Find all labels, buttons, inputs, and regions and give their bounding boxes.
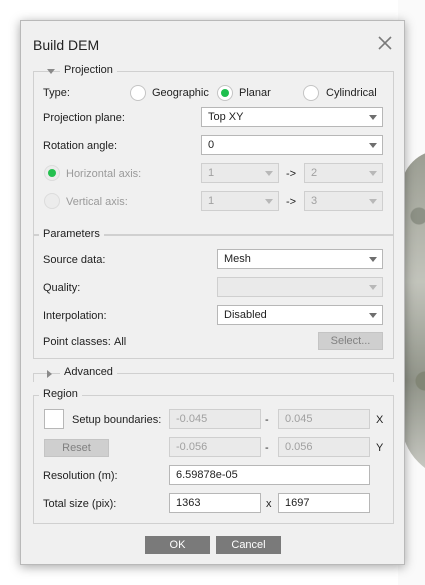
expand-advanced-icon[interactable]	[47, 370, 52, 378]
projection-group: Projection Type: Geographic Planar Cylin…	[33, 64, 394, 235]
radio-cylindrical-label: Cylindrical	[326, 87, 377, 99]
x-min-input[interactable]: -0.045	[169, 409, 261, 429]
chevron-down-icon	[369, 285, 377, 290]
parameters-group: Parameters Source data: Mesh Quality: In…	[33, 228, 394, 359]
horizontal-arrow: ->	[286, 168, 297, 180]
quality-label: Quality:	[43, 282, 81, 294]
chevron-down-icon	[265, 171, 273, 176]
projection-plane-label: Projection plane:	[43, 112, 125, 124]
point-classes-label: Point classes:	[43, 336, 111, 348]
region-legend: Region	[39, 388, 82, 400]
vertical-axis-to-select[interactable]: 3	[304, 191, 383, 211]
rotation-angle-label: Rotation angle:	[43, 140, 117, 152]
x-range-dash: -	[265, 414, 269, 426]
setup-boundaries-checkbox[interactable]	[44, 409, 64, 429]
point-classes-value: All	[114, 336, 127, 348]
y-min-value: -0.056	[176, 441, 208, 453]
radio-cylindrical[interactable]	[303, 85, 319, 101]
x-max-value: 0.045	[285, 413, 313, 425]
cancel-button[interactable]: Cancel	[216, 536, 281, 554]
advanced-legend[interactable]: Advanced	[60, 366, 117, 378]
interpolation-select[interactable]: Disabled	[217, 305, 383, 325]
interpolation-label: Interpolation:	[43, 310, 107, 322]
x-max-input[interactable]: 0.045	[278, 409, 370, 429]
resolution-value: 6.59878e-05	[176, 469, 238, 481]
type-label: Type:	[43, 87, 70, 99]
resolution-input[interactable]: 6.59878e-05	[169, 465, 370, 485]
vertical-arrow: ->	[286, 196, 297, 208]
y-max-value: 0.056	[285, 441, 313, 453]
projection-plane-value: Top XY	[208, 111, 244, 123]
y-range-dash: -	[265, 442, 269, 454]
horizontal-axis-to-select[interactable]: 2	[304, 163, 383, 183]
total-width-value: 1363	[176, 497, 201, 509]
total-width-input[interactable]: 1363	[169, 493, 261, 513]
select-point-classes-button[interactable]: Select...	[318, 332, 383, 350]
radio-planar-label: Planar	[239, 87, 271, 99]
quality-select[interactable]	[217, 277, 383, 297]
dialog-title: Build DEM	[33, 37, 100, 53]
radio-horizontal-axis[interactable]	[44, 165, 60, 181]
horizontal-axis-label: Horizontal axis:	[66, 168, 142, 180]
advanced-group: Advanced	[33, 366, 394, 382]
setup-boundaries-label: Setup boundaries:	[72, 414, 162, 426]
ok-button[interactable]: OK	[145, 536, 210, 554]
vertical-axis-from-select[interactable]: 1	[201, 191, 279, 211]
chevron-down-icon	[265, 199, 273, 204]
collapse-projection-icon[interactable]	[47, 69, 55, 74]
radio-geographic[interactable]	[130, 85, 146, 101]
radio-vertical-axis[interactable]	[44, 193, 60, 209]
chevron-down-icon	[369, 171, 377, 176]
region-group: Region Setup boundaries: -0.045 - 0.045 …	[33, 388, 394, 524]
rotation-angle-select[interactable]: 0	[201, 135, 383, 155]
radio-geographic-label: Geographic	[152, 87, 209, 99]
y-max-input[interactable]: 0.056	[278, 437, 370, 457]
total-height-input[interactable]: 1697	[278, 493, 370, 513]
size-times: x	[266, 498, 272, 510]
projection-legend: Projection	[60, 64, 117, 76]
horizontal-to-value: 2	[311, 167, 318, 179]
interpolation-value: Disabled	[224, 309, 267, 321]
y-axis-label: Y	[376, 442, 384, 454]
chevron-down-icon	[369, 143, 377, 148]
x-axis-label: X	[376, 414, 384, 426]
reset-button[interactable]: Reset	[44, 439, 109, 457]
vertical-from-value: 1	[208, 195, 215, 207]
vertical-to-value: 3	[311, 195, 318, 207]
chevron-down-icon	[369, 313, 377, 318]
close-icon[interactable]	[376, 34, 394, 52]
source-data-select[interactable]: Mesh	[217, 249, 383, 269]
chevron-down-icon	[369, 115, 377, 120]
total-size-label: Total size (pix):	[43, 498, 117, 510]
build-dem-dialog: Build DEM Projection Type: Geographic Pl…	[20, 20, 405, 565]
source-data-value: Mesh	[224, 253, 251, 265]
radio-planar[interactable]	[217, 85, 233, 101]
rotation-angle-value: 0	[208, 139, 215, 151]
resolution-label: Resolution (m):	[43, 470, 118, 482]
y-min-input[interactable]: -0.056	[169, 437, 261, 457]
chevron-down-icon	[369, 257, 377, 262]
vertical-axis-label: Vertical axis:	[66, 196, 128, 208]
parameters-legend: Parameters	[39, 228, 104, 240]
total-height-value: 1697	[285, 497, 310, 509]
horizontal-from-value: 1	[208, 167, 215, 179]
projection-plane-select[interactable]: Top XY	[201, 107, 383, 127]
chevron-down-icon	[369, 199, 377, 204]
x-min-value: -0.045	[176, 413, 208, 425]
horizontal-axis-from-select[interactable]: 1	[201, 163, 279, 183]
source-data-label: Source data:	[43, 254, 106, 266]
